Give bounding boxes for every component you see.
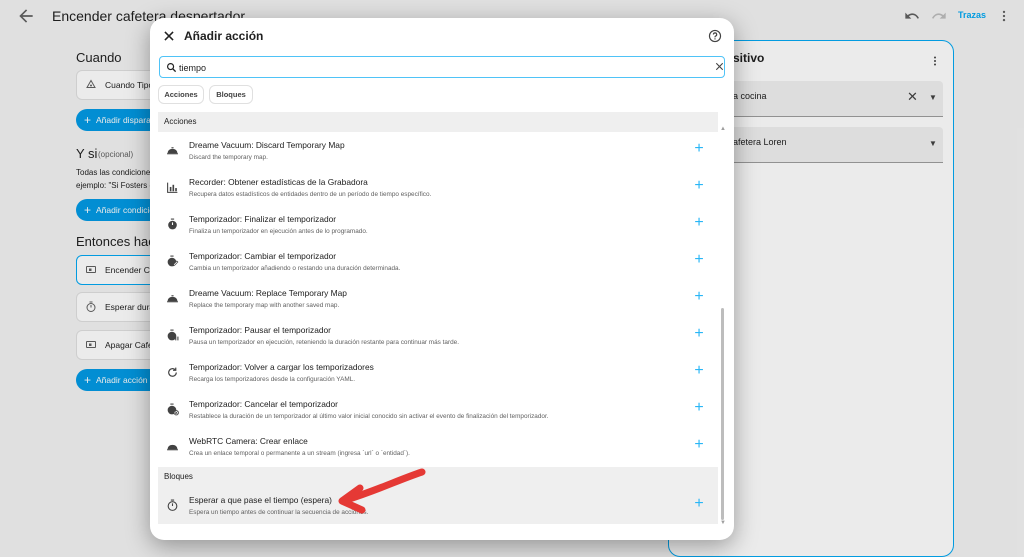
item-title: Temporizador: Cancelar el temporizador xyxy=(189,399,338,409)
clear-search-icon[interactable] xyxy=(714,61,725,72)
vacuum-icon xyxy=(167,147,178,155)
list-item[interactable]: WebRTC Camera: Crear enlace Crea un enla… xyxy=(158,428,718,465)
scroll-up-icon[interactable]: ▲ xyxy=(720,126,726,132)
search-icon xyxy=(167,63,177,73)
item-title: Temporizador: Volver a cargar los tempor… xyxy=(189,362,374,372)
item-description: Cambia un temporizador añadiendo o resta… xyxy=(189,265,401,272)
close-icon[interactable] xyxy=(162,29,176,43)
search-input[interactable] xyxy=(179,60,699,75)
list-item[interactable]: Temporizador: Finalizar el temporizador … xyxy=(158,206,718,243)
vacuum-icon xyxy=(167,295,178,303)
add-icon[interactable]: + xyxy=(692,178,706,194)
add-icon[interactable]: + xyxy=(692,141,706,157)
filter-chip-blocks[interactable]: Bloques xyxy=(209,85,253,104)
timer-icon xyxy=(168,218,177,230)
results-list: Acciones Dreame Vacuum: Discard Temporar… xyxy=(158,112,726,530)
add-icon[interactable]: + xyxy=(692,496,706,512)
chart-icon xyxy=(167,182,178,193)
item-title: Dreame Vacuum: Discard Temporary Map xyxy=(189,140,345,150)
add-icon[interactable]: + xyxy=(692,363,706,379)
list-item-highlighted[interactable]: Esperar a que pase el tiempo (espera) Es… xyxy=(158,487,718,524)
timer-icon xyxy=(167,499,178,511)
item-title: Dreame Vacuum: Replace Temporary Map xyxy=(189,288,347,298)
list-item[interactable]: Recorder: Obtener estadísticas de la Gra… xyxy=(158,169,718,206)
item-title: Recorder: Obtener estadísticas de la Gra… xyxy=(189,177,368,187)
item-description: Crea un enlace temporal o permanente a u… xyxy=(189,450,410,457)
annotation-arrow-icon xyxy=(338,468,426,514)
add-icon[interactable]: + xyxy=(692,326,706,342)
add-action-dialog: Añadir acción Acciones Bloques Acciones … xyxy=(150,18,734,540)
item-title: WebRTC Camera: Crear enlace xyxy=(189,436,308,446)
dialog-title: Añadir acción xyxy=(184,29,264,43)
item-title: Temporizador: Finalizar el temporizador xyxy=(189,214,337,224)
search-field[interactable] xyxy=(159,56,725,78)
help-icon[interactable] xyxy=(708,29,722,43)
list-item[interactable]: Dreame Vacuum: Discard Temporary Map Dis… xyxy=(158,132,718,169)
item-description: Restablece la duración de un temporizado… xyxy=(189,413,549,420)
item-description: Discard the temporary map. xyxy=(189,154,268,161)
timer-pause-icon xyxy=(167,329,179,341)
item-title: Temporizador: Cambiar el temporizador xyxy=(189,251,337,261)
item-description: Recarga los temporizadores desde la conf… xyxy=(189,376,356,383)
group-header-actions: Acciones xyxy=(158,112,718,132)
item-title: Esperar a que pase el tiempo (espera) xyxy=(189,495,332,505)
item-description: Finaliza un temporizador en ejecución an… xyxy=(189,228,368,235)
timer-edit-icon xyxy=(167,255,179,267)
item-description: Pausa un temporizador en ejecución, rete… xyxy=(189,339,459,346)
list-item[interactable]: Temporizador: Pausar el temporizador Pau… xyxy=(158,317,718,354)
item-title: Temporizador: Pausar el temporizador xyxy=(189,325,331,335)
group-header-blocks: Bloques xyxy=(158,467,718,487)
item-description: Recupera datos estadísticos de entidades… xyxy=(189,191,432,198)
camera-icon xyxy=(167,444,178,451)
list-item[interactable]: Temporizador: Cancelar el temporizador R… xyxy=(158,391,718,428)
add-icon[interactable]: + xyxy=(692,252,706,268)
list-item[interactable]: Temporizador: Cambiar el temporizador Ca… xyxy=(158,243,718,280)
list-item[interactable]: Dreame Vacuum: Replace Temporary Map Rep… xyxy=(158,280,718,317)
timer-cancel-icon xyxy=(167,403,179,416)
scroll-down-icon[interactable]: ▼ xyxy=(720,520,726,526)
add-icon[interactable]: + xyxy=(692,289,706,305)
add-icon[interactable]: + xyxy=(692,215,706,231)
scrollbar-thumb[interactable] xyxy=(721,308,724,520)
add-icon[interactable]: + xyxy=(692,400,706,416)
list-item[interactable]: Temporizador: Volver a cargar los tempor… xyxy=(158,354,718,391)
scrollbar[interactable]: ▲ ▼ xyxy=(719,112,726,530)
item-description: Replace the temporary map with another s… xyxy=(189,302,340,309)
reload-icon xyxy=(168,367,177,377)
add-icon[interactable]: + xyxy=(692,437,706,453)
filter-chip-actions[interactable]: Acciones xyxy=(158,85,204,104)
